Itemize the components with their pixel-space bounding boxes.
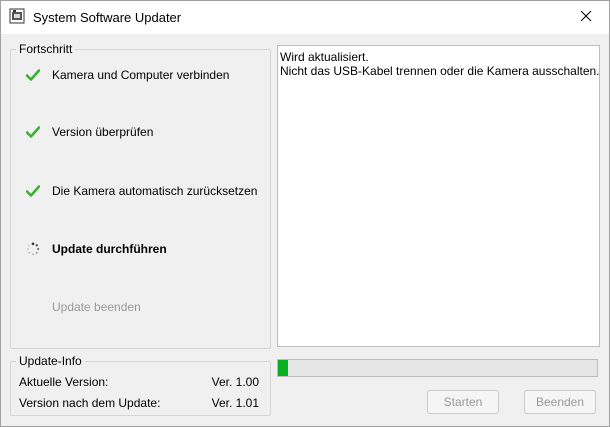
step-label: Update durchführen <box>52 242 167 256</box>
step-reset-camera: Die Kamera automatisch zurücksetzen <box>9 181 257 201</box>
step-list: Kamera und Computer verbinden Version üb… <box>9 45 271 347</box>
new-version-label: Version nach dem Update: <box>19 396 161 410</box>
close-button[interactable] <box>563 1 609 34</box>
status-log[interactable]: Wird aktualisiert. Nicht das USB-Kabel t… <box>277 45 600 347</box>
step-check-version: Version überprüfen <box>9 122 153 142</box>
window-title: System Software Updater <box>33 10 182 25</box>
updater-window: System Software Updater Fortschritt Kame… <box>0 0 610 427</box>
step-label: Kamera und Computer verbinden <box>52 68 230 82</box>
step-label: Version überprüfen <box>52 125 154 139</box>
step-connect: Kamera und Computer verbinden <box>9 65 229 85</box>
progress-fill <box>278 360 288 376</box>
start-button[interactable]: Starten <box>427 390 499 414</box>
step-label: Update beenden <box>52 300 141 314</box>
step-label: Die Kamera automatisch zurücksetzen <box>52 184 258 198</box>
update-progress-bar <box>277 359 598 377</box>
close-icon <box>580 10 592 25</box>
update-info-legend: Update-Info <box>16 354 85 368</box>
step-finish-update: Update beenden <box>9 297 141 317</box>
checkmark-icon <box>25 67 41 83</box>
step-perform-update: Update durchführen <box>9 239 167 259</box>
app-icon <box>9 8 25 24</box>
new-version-value: Ver. 1.01 <box>211 396 259 410</box>
log-line: Nicht das USB-Kabel trennen oder die Kam… <box>280 64 600 78</box>
current-version-label: Aktuelle Version: <box>19 375 109 389</box>
current-version-value: Ver. 1.00 <box>211 375 259 389</box>
exit-button[interactable]: Beenden <box>524 390 596 414</box>
log-line: Wird aktualisiert. <box>280 50 369 64</box>
title-bar: System Software Updater <box>1 1 609 34</box>
checkmark-icon <box>25 183 41 199</box>
spinner-icon <box>25 241 41 257</box>
checkmark-icon <box>25 124 41 140</box>
